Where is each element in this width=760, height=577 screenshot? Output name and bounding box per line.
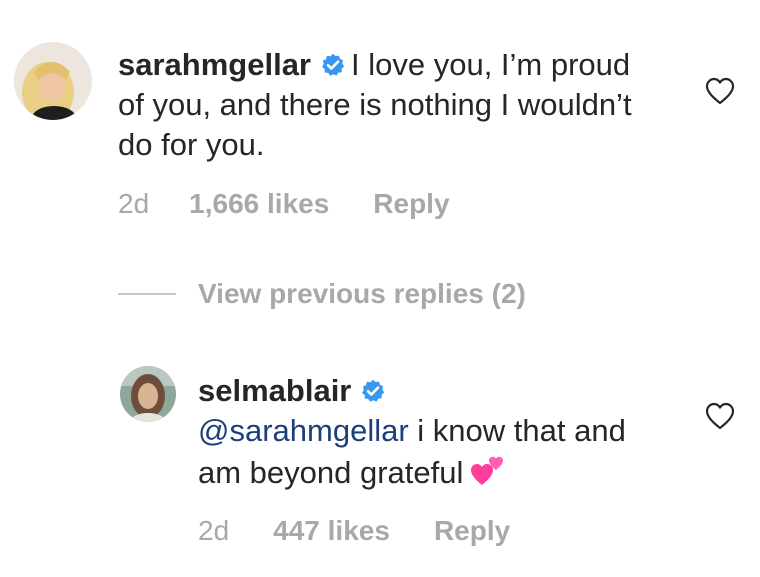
likes-count-1[interactable]: 1,666 likes xyxy=(189,187,329,221)
likes-count-2[interactable]: 447 likes xyxy=(273,514,390,548)
comment-time-1[interactable]: 2d xyxy=(118,187,149,221)
verified-badge-icon xyxy=(322,53,345,76)
reply-button-2[interactable]: Reply xyxy=(434,514,510,548)
verified-badge-icon xyxy=(362,379,385,402)
view-previous-replies[interactable]: View previous replies (2) xyxy=(118,278,526,310)
avatar-selmablair[interactable] xyxy=(120,366,176,422)
comment-meta-1: 2d 1,666 likes Reply xyxy=(118,187,450,221)
comment-meta-2: 2d 447 likes Reply xyxy=(198,514,510,548)
username-sarahmgellar[interactable]: sarahmgellar xyxy=(118,47,311,82)
like-heart-icon-2[interactable] xyxy=(705,402,735,430)
comment-text-1: sarahmgellar I love you, I’m proud of you… xyxy=(118,45,658,165)
like-heart-icon-1[interactable] xyxy=(705,77,735,105)
two-hearts-emoji-icon xyxy=(471,456,504,485)
comment-time-2[interactable]: 2d xyxy=(198,514,229,548)
username-selmablair[interactable]: selmablair xyxy=(198,373,351,408)
replies-divider-line xyxy=(118,293,176,295)
view-previous-replies-label[interactable]: View previous replies (2) xyxy=(198,278,526,309)
comment-text-2: selmablair @sarahmgellar i know that and … xyxy=(198,371,668,493)
mention-link[interactable]: @sarahmgellar xyxy=(198,413,409,448)
reply-button-1[interactable]: Reply xyxy=(373,187,449,221)
avatar-sarahmgellar[interactable] xyxy=(14,42,92,120)
